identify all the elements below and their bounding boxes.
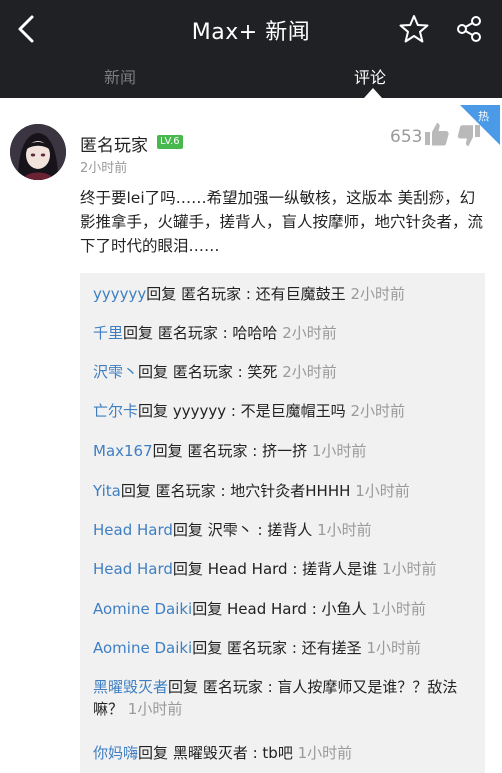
reply-verb: 回复 xyxy=(172,560,203,578)
reply-text: 地穴针灸者HHHH xyxy=(230,482,351,500)
reply-author[interactable]: Aomine Daiki xyxy=(93,639,192,657)
reply-item[interactable]: 沢雫丶回复 匿名玩家 : 笑死 2小时前 xyxy=(93,361,478,383)
active-tab-indicator xyxy=(364,88,382,98)
reply-verb: 回复 xyxy=(138,402,169,420)
reply-text: 小鱼人 xyxy=(321,600,367,618)
reply-text: 还有搓圣 xyxy=(301,639,362,657)
reply-verb: 回复 xyxy=(168,678,199,696)
reply-time: 2小时前 xyxy=(282,324,337,342)
reply-text: tb吧 xyxy=(262,744,293,762)
reply-item[interactable]: 你妈嗨回复 黑曜毁灭者 : tb吧 1小时前 xyxy=(93,742,478,764)
reply-text: 搓背人是谁 xyxy=(302,560,378,578)
reply-time: 1小时前 xyxy=(317,521,372,539)
reply-item[interactable]: Head Hard回复 沢雫丶 : 搓背人 1小时前 xyxy=(93,519,478,541)
reply-target: Head Hard xyxy=(207,560,288,578)
thumb-down-icon[interactable] xyxy=(457,124,481,148)
reply-verb: 回复 xyxy=(123,324,154,342)
reply-time: 1小时前 xyxy=(311,442,367,460)
reply-text: 不是巨魔帽王吗 xyxy=(240,402,346,420)
reply-target: 匿名玩家 xyxy=(172,363,233,381)
reply-verb: 回复 xyxy=(138,363,169,381)
tab-comments[interactable]: 评论 xyxy=(354,64,386,88)
thumb-up-icon[interactable] xyxy=(424,121,450,147)
reply-author[interactable]: 亡尔卡 xyxy=(93,402,138,420)
reply-verb: 回复 xyxy=(120,482,151,500)
reply-verb: 回复 xyxy=(138,744,169,762)
reply-author[interactable]: Head Hard xyxy=(93,521,173,539)
reply-verb: 回复 xyxy=(172,521,203,539)
reply-text: 哈哈哈 xyxy=(232,324,278,342)
reply-text: 笑死 xyxy=(247,363,278,381)
reply-target: 匿名玩家 xyxy=(181,285,242,303)
reply-target: 匿名玩家 xyxy=(187,442,248,460)
reply-time: 2小时前 xyxy=(282,363,337,381)
reply-time: 1小时前 xyxy=(371,600,426,618)
reply-item[interactable]: yyyyyy回复 匿名玩家 : 还有巨魔鼓王 2小时前 xyxy=(93,283,478,305)
reply-item[interactable]: Max167回复 匿名玩家 : 挤一挤 1小时前 xyxy=(93,440,478,462)
reply-time: 1小时前 xyxy=(127,700,183,718)
like-count: 653 xyxy=(390,127,423,147)
reply-target: 匿名玩家 xyxy=(202,678,263,696)
reply-target: yyyyyy xyxy=(172,402,227,420)
reply-item[interactable]: Aomine Daiki回复 Head Hard : 小鱼人 1小时前 xyxy=(93,598,478,620)
reply-item[interactable]: Yita回复 匿名玩家 : 地穴针灸者HHHH 1小时前 xyxy=(93,480,478,502)
reply-item[interactable]: Aomine Daiki回复 匿名玩家 : 还有搓圣 1小时前 xyxy=(93,637,478,659)
reply-text: 还有巨魔鼓王 xyxy=(255,285,346,303)
reply-target: Head Hard xyxy=(227,600,307,618)
reply-verb: 回复 xyxy=(192,600,223,618)
reply-verb: 回复 xyxy=(152,442,183,460)
reply-target: 匿名玩家 xyxy=(155,482,216,500)
reply-time: 1小时前 xyxy=(355,482,410,500)
share-icon xyxy=(457,16,481,42)
level-badge: LV.6 xyxy=(157,135,183,149)
reply-item[interactable]: Head Hard回复 Head Hard : 搓背人是谁 1小时前 xyxy=(93,558,478,580)
hot-badge-label: 热 xyxy=(478,110,489,123)
reply-verb: 回复 xyxy=(146,285,177,303)
favorite-button[interactable] xyxy=(397,12,431,46)
comment-body: 终于要lei了吗……希望加强一纵敏核，这版本 美刮痧，幻影推拿手，火罐手，搓背人… xyxy=(80,189,484,255)
reply-author[interactable]: Aomine Daiki xyxy=(93,600,192,618)
reply-time: 1小时前 xyxy=(381,560,437,578)
reply-time: 2小时前 xyxy=(350,402,406,420)
reply-author[interactable]: 你妈嗨 xyxy=(93,744,138,762)
reply-target: 黑曜毁灭者 xyxy=(172,744,248,762)
news-comments-screen: Max+ 新闻 新闻 评论 热 匿名玩家 LV.6 2小时前 653 终于要le… xyxy=(0,0,502,773)
reply-author[interactable]: 沢雫丶 xyxy=(93,363,138,381)
avatar[interactable] xyxy=(10,124,66,180)
reply-target: 匿名玩家 xyxy=(157,324,218,342)
top-bar: Max+ 新闻 新闻 评论 xyxy=(0,0,502,98)
reply-verb: 回复 xyxy=(192,639,223,657)
star-icon xyxy=(399,15,429,43)
comment-author[interactable]: 匿名玩家 xyxy=(80,131,148,156)
tab-news[interactable]: 新闻 xyxy=(104,64,136,88)
reply-author[interactable]: yyyyyy xyxy=(93,285,146,303)
reply-time: 1小时前 xyxy=(366,639,421,657)
reply-target: 匿名玩家 xyxy=(227,639,288,657)
reply-author[interactable]: Yita xyxy=(93,482,121,500)
comment-time: 2小时前 xyxy=(80,161,128,176)
reply-time: 2小时前 xyxy=(350,285,406,303)
reply-item[interactable]: 亡尔卡回复 yyyyyy : 不是巨魔帽王吗 2小时前 xyxy=(93,400,478,422)
reply-item[interactable]: 黑曜毁灭者回复 匿名玩家 : 盲人按摩师又是谁？？敌法嘛？ 1小时前 xyxy=(93,676,478,720)
reply-text: 搓背人 xyxy=(267,521,313,539)
reply-author[interactable]: 千里 xyxy=(93,324,123,342)
share-button[interactable] xyxy=(452,12,486,46)
reply-item[interactable]: 千里回复 匿名玩家 : 哈哈哈 2小时前 xyxy=(93,322,478,344)
reply-author[interactable]: Head Hard xyxy=(93,560,173,578)
reply-list: yyyyyy回复 匿名玩家 : 还有巨魔鼓王 2小时前 千里回复 匿名玩家 : … xyxy=(80,273,485,773)
reply-target: 沢雫丶 xyxy=(207,521,253,539)
reply-text: 挤一挤 xyxy=(262,442,308,460)
reply-author[interactable]: Max167 xyxy=(93,442,153,460)
reply-author[interactable]: 黑曜毁灭者 xyxy=(93,678,168,696)
avatar-image xyxy=(10,124,66,180)
reply-time: 1小时前 xyxy=(297,744,353,762)
